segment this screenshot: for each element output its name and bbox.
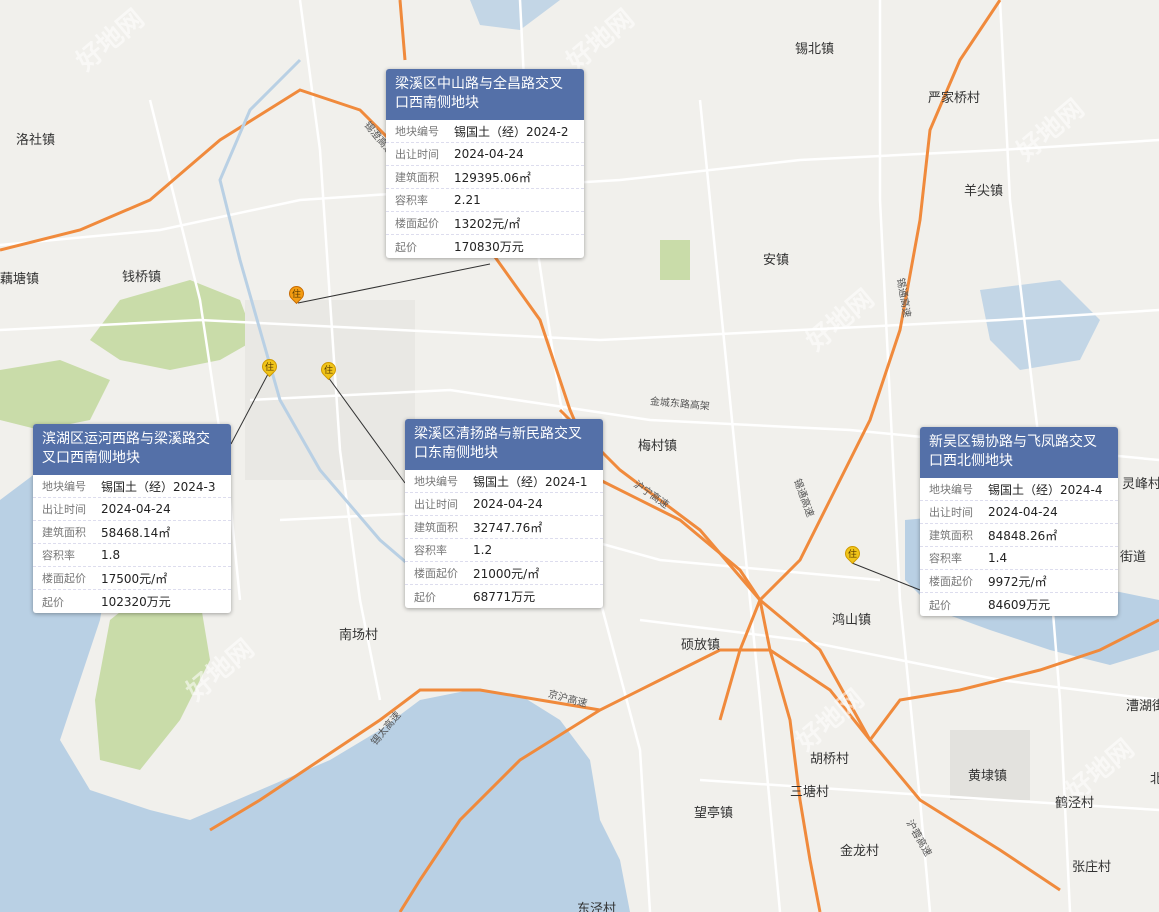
place-label: 金龙村 (840, 844, 880, 859)
place-label: 东泾村 (577, 902, 617, 912)
field-label: 容积率 (42, 549, 75, 562)
field-value: 84609万元 (988, 598, 1051, 612)
place-label: 张庄村 (1072, 860, 1112, 875)
parcel-marker[interactable]: 住 (317, 358, 340, 382)
field-value: 1.2 (473, 543, 493, 557)
field-value: 21000元/㎡ (473, 566, 540, 581)
field-label: 建筑面积 (929, 529, 973, 542)
field-value: 2024-04-24 (988, 505, 1058, 519)
place-label: 灵峰村 (1122, 477, 1159, 492)
parcel-card[interactable]: 新吴区锡协路与飞凤路交叉口西北侧地块 地块编号 锡国土（经）2024-4 出让时间… (920, 427, 1118, 616)
field-label: 出让时间 (929, 506, 973, 519)
field-label: 起价 (414, 590, 436, 604)
place-label: 黄埭镇 (968, 769, 1008, 784)
field-value: 锡国土（经）2024-4 (988, 482, 1103, 497)
place-label: 洛社镇 (16, 133, 56, 148)
parcel-card[interactable]: 梁溪区中山路与全昌路交叉口西南侧地块 地块编号 锡国土（经）2024-2 出让时间… (386, 69, 584, 258)
field-value: 68771万元 (473, 590, 536, 604)
parcel-card[interactable]: 滨湖区运河西路与梁溪路交叉口西南侧地块 地块编号 锡国土（经）2024-3 出让时… (33, 424, 231, 613)
field-label: 地块编号 (395, 125, 439, 138)
field-label: 建筑面积 (414, 521, 458, 534)
parcel-card-title: 新吴区锡协路与飞凤路交叉口西北侧地块 (920, 427, 1118, 478)
field-label: 出让时间 (42, 503, 86, 516)
parcel-marker[interactable]: 住 (285, 282, 308, 306)
field-value: 2024-04-24 (454, 147, 524, 161)
field-value: 170830万元 (454, 240, 524, 254)
parcel-card-title: 滨湖区运河西路与梁溪路交叉口西南侧地块 (33, 424, 231, 475)
field-value: 2024-04-24 (473, 497, 543, 511)
field-label: 地块编号 (929, 483, 973, 496)
place-label: 望亭镇 (694, 806, 734, 821)
field-value: 2024-04-24 (101, 502, 171, 516)
field-value: 锡国土（经）2024-2 (454, 124, 569, 139)
place-label: 锡北镇 (795, 42, 835, 57)
parcel-card-title: 梁溪区中山路与全昌路交叉口西南侧地块 (386, 69, 584, 120)
field-value: 84848.26㎡ (988, 528, 1058, 543)
parcel-marker[interactable]: 住 (258, 355, 281, 379)
place-label: 严家桥村 (928, 91, 981, 106)
place-label: 鸿山镇 (832, 613, 872, 628)
field-label: 出让时间 (395, 148, 439, 161)
field-label: 起价 (42, 595, 64, 609)
place-label: 街道 (1120, 550, 1147, 565)
field-label: 建筑面积 (395, 171, 439, 184)
place-label: 羊尖镇 (964, 184, 1004, 199)
field-label: 楼面起价 (929, 575, 973, 588)
field-label: 地块编号 (414, 475, 458, 488)
place-label: 钱桥镇 (122, 270, 162, 285)
field-value: 17500元/㎡ (101, 571, 168, 586)
field-label: 起价 (395, 240, 417, 254)
field-label: 起价 (929, 598, 951, 612)
field-label: 楼面起价 (42, 572, 86, 585)
field-label: 容积率 (414, 544, 447, 557)
field-value: 锡国土（经）2024-3 (101, 479, 216, 494)
place-label: 胡桥村 (810, 752, 850, 767)
place-label: 鹤泾村 (1055, 796, 1095, 811)
place-label: 安镇 (763, 253, 790, 268)
place-label: 硕放镇 (681, 638, 721, 653)
field-value: 13202元/㎡ (454, 216, 521, 231)
place-label: 三塘村 (790, 785, 830, 800)
field-value: 129395.06㎡ (454, 170, 531, 185)
field-value: 102320万元 (101, 595, 171, 609)
place-label: 梅村镇 (638, 439, 678, 454)
field-label: 楼面起价 (414, 567, 458, 580)
parcel-card[interactable]: 梁溪区清扬路与新民路交叉口东南侧地块 地块编号 锡国土（经）2024-1 出让时间… (405, 419, 603, 608)
field-value: 2.21 (454, 193, 481, 207)
parcel-card-title: 梁溪区清扬路与新民路交叉口东南侧地块 (405, 419, 603, 470)
field-value: 58468.14㎡ (101, 525, 171, 540)
green-east (660, 240, 690, 280)
parcel-marker[interactable]: 住 (841, 542, 864, 566)
field-value: 1.8 (101, 548, 121, 562)
field-value: 锡国土（经）2024-1 (473, 474, 588, 489)
field-label: 容积率 (929, 552, 962, 565)
place-label: 北 (1150, 772, 1159, 787)
field-label: 楼面起价 (395, 217, 439, 230)
field-value: 32747.76㎡ (473, 520, 543, 535)
field-label: 出让时间 (414, 498, 458, 511)
place-label: 南场村 (339, 628, 379, 643)
field-label: 容积率 (395, 194, 428, 207)
place-label: 藕塘镇 (0, 272, 40, 287)
field-label: 地块编号 (42, 480, 86, 493)
field-value: 9972元/㎡ (988, 574, 1047, 589)
field-value: 1.4 (988, 551, 1008, 565)
place-label: 漕湖街 (1126, 699, 1159, 714)
field-label: 建筑面积 (42, 526, 86, 539)
